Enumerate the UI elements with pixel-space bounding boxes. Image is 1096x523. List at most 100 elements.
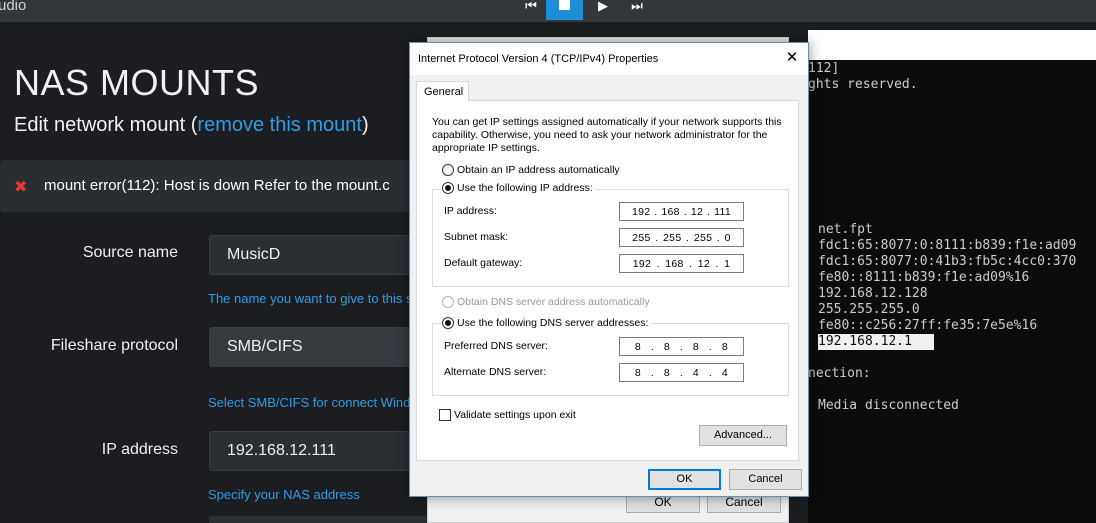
ip-address-input[interactable]: 192.168.12.111 (209, 431, 429, 471)
ip-field-input[interactable]: 192. 168. 12. 1 (619, 254, 744, 273)
ok-button[interactable]: OK (648, 469, 721, 490)
skip-forward-icon: ⏭ (631, 0, 643, 13)
app-title: udio (0, 0, 27, 14)
obtain-dns-automatically-radio[interactable]: Obtain DNS server address automatically (442, 296, 650, 308)
octet-separator: . (655, 231, 659, 244)
radio-dot (442, 164, 454, 176)
dns-field-label: Alternate DNS server: (444, 366, 547, 378)
console-line: 112] (808, 61, 840, 76)
ip-octet: 192 (631, 205, 651, 218)
radio-label: Use the following DNS server addresses: (457, 317, 649, 329)
console-line: 255.255.255.0 (818, 302, 920, 317)
validate-settings-checkbox[interactable]: Validate settings upon exit (439, 409, 576, 421)
radio-dot (442, 296, 454, 308)
advanced-button[interactable]: Advanced... (699, 425, 787, 446)
ip-field-label: Subnet mask: (444, 231, 509, 243)
ip-octet: 4 (721, 366, 728, 379)
tab-general[interactable]: General (416, 81, 469, 102)
error-message: mount error(112): Host is down Refer to … (44, 177, 390, 194)
intro-text: You can get IP settings assigned automat… (432, 116, 782, 154)
console-window: 112] ghts reserved. net.fpt fdc1:65:8077:0:… (808, 30, 1096, 523)
octet-separator: . (650, 340, 655, 353)
dialog-title: Internet Protocol Version 4 (TCP/IPv4) P… (418, 53, 659, 65)
console-line: ghts reserved. (808, 77, 918, 92)
console-line: Media disconnected (818, 398, 959, 413)
octet-separator: . (679, 366, 684, 379)
subtitle-prefix: Edit network mount ( (14, 114, 198, 136)
play-button[interactable]: ▶ (590, 0, 616, 20)
console-line: fe80::c256:27ff:fe35:7e5e%16 (818, 318, 1038, 333)
octet-separator: . (683, 205, 687, 218)
use-following-ip-radio[interactable]: Use the following IP address: (442, 182, 596, 194)
cancel-button[interactable]: Cancel (729, 469, 802, 490)
ip-octet: 255 (693, 231, 713, 244)
ip-field-input[interactable]: 192. 168. 12. 111 (619, 202, 744, 221)
page-subtitle: Edit network mount (remove this mount) (14, 114, 369, 137)
page-title: NAS MOUNTS (14, 62, 260, 103)
ip-octet: 8 (663, 366, 671, 379)
radio-dot (442, 317, 454, 329)
ip-octet: 192 (632, 257, 652, 270)
dns-server-group (432, 323, 789, 396)
octet-separator: . (650, 366, 655, 379)
obtain-ip-automatically-radio[interactable]: Obtain an IP address automatically (442, 164, 620, 176)
console-line: 192.168.12.1 (818, 334, 934, 350)
radio-label: Obtain an IP address automatically (457, 164, 620, 176)
radio-label: Obtain DNS server address automatically (457, 296, 650, 308)
console-line: 192.168.12.128 (818, 286, 928, 301)
play-icon: ▶ (598, 0, 608, 13)
ip-octet: 255 (632, 231, 651, 244)
general-tab-panel: You can get IP settings assigned automat… (416, 100, 799, 461)
source-name-input[interactable]: MusicD (209, 235, 429, 275)
ip-octet: 4 (692, 366, 700, 379)
ip-octet: 8 (692, 340, 700, 353)
fileshare-protocol-label: Fileshare protocol (50, 337, 178, 354)
octet-separator: . (679, 340, 684, 353)
octet-separator: . (707, 205, 711, 218)
top-bar: udio ⏮ ▶ ⏭ (0, 0, 1096, 22)
ip-octet: 8 (634, 366, 642, 379)
console-line: fdc1:65:8077:0:8111:b839:f1e:ad09 (818, 238, 1077, 253)
use-following-dns-radio[interactable]: Use the following DNS server addresses: (442, 317, 652, 329)
dns-field-label: Preferred DNS server: (444, 340, 548, 352)
ip-field-label: Default gateway: (444, 257, 523, 269)
ip-octet: 168 (661, 205, 680, 218)
close-icon: ✕ (785, 49, 799, 66)
skip-back-button[interactable]: ⏮ (518, 0, 544, 20)
close-button[interactable]: ✕ (780, 47, 804, 69)
octet-separator: . (686, 231, 690, 244)
dns-field-input[interactable]: 8. 8. 8. 8 (619, 337, 744, 356)
ip-octet: 255 (663, 231, 682, 244)
ip-field-input[interactable]: 255. 255. 255. 0 (619, 228, 744, 247)
radio-label: Use the following IP address: (457, 182, 593, 194)
console-line: nection: (808, 366, 871, 381)
console-titlebar (808, 30, 1096, 60)
console-line: net.fpt (818, 222, 873, 237)
octet-separator: . (689, 257, 693, 270)
dialog-titlebar: Internet Protocol Version 4 (TCP/IPv4) P… (410, 43, 808, 75)
ip-field-label: IP address: (444, 205, 497, 217)
console-line: fe80::8111:b839:f1e:ad09%16 (818, 270, 1030, 285)
ip-address-label: IP address (101, 441, 178, 458)
ip-address-help: Specify your NAS address (208, 487, 360, 502)
dns-field-input[interactable]: 8. 8. 4. 4 (619, 363, 744, 382)
skip-forward-button[interactable]: ⏭ (624, 0, 650, 20)
ipv4-properties-dialog: Internet Protocol Version 4 (TCP/IPv4) P… (409, 42, 809, 497)
checkbox-box (439, 409, 451, 421)
radio-dot (442, 182, 454, 194)
octet-separator: . (716, 231, 721, 244)
stop-icon (559, 0, 570, 10)
console-line: fdc1:65:8077:0:41b3:fb5c:4cc0:370 (818, 254, 1077, 269)
remove-mount-link[interactable]: remove this mount (197, 114, 362, 136)
subtitle-suffix: ) (361, 114, 369, 136)
ip-octet: 111 (714, 205, 732, 218)
fileshare-protocol-select[interactable]: SMB/CIFS (209, 327, 429, 367)
ip-octet: 1 (724, 257, 731, 270)
ip-octet: 12 (690, 205, 704, 218)
octet-separator: . (715, 257, 719, 270)
checkbox-label: Validate settings upon exit (454, 409, 576, 421)
source-name-help: The name you want to give to this so (208, 291, 420, 306)
ip-octet: 8 (634, 340, 642, 353)
stop-button[interactable] (546, 0, 583, 20)
octet-separator: . (656, 257, 660, 270)
